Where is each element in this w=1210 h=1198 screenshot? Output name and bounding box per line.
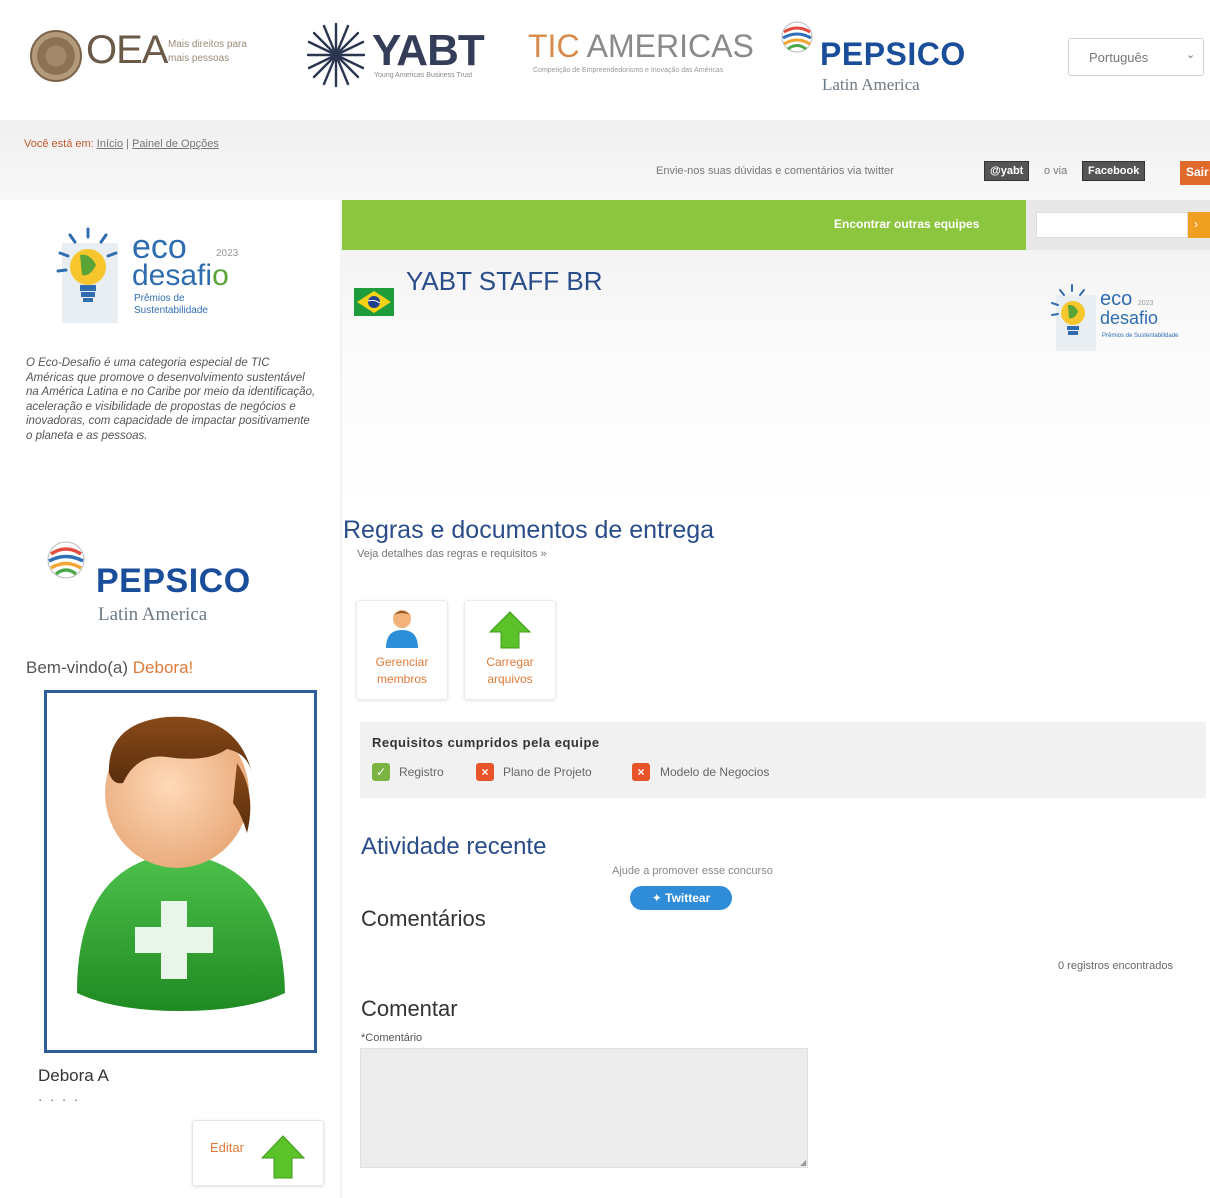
- requirement-modelo-negocios: Modelo de Negocios: [660, 765, 770, 779]
- comments-title: Comentários: [361, 906, 486, 931]
- user-full-name: Debora A: [38, 1066, 109, 1085]
- oea-logo-subtitle: Mais direitos para mais pessoas: [168, 39, 247, 64]
- twitter-bird-icon: ✦: [651, 891, 662, 905]
- records-found: 0 registros encontrados: [1058, 960, 1173, 972]
- comment-form-title: Comentar: [361, 996, 458, 1021]
- team-search-input[interactable]: [1036, 212, 1188, 238]
- recent-activity-title: Atividade recente: [361, 833, 547, 860]
- desafio-main: desafi: [132, 259, 213, 292]
- edit-profile-label: Editar: [210, 1140, 244, 1155]
- tic-americas-logo: TIC AMERICAS: [528, 28, 754, 65]
- requirement-registro: Registro: [399, 765, 444, 779]
- desafio-small-word: desafio: [1100, 308, 1159, 328]
- promote-contest-text: Ajude a promover esse concurso: [612, 865, 773, 877]
- pepsico-globe-icon: [47, 541, 85, 579]
- pepsico-logo-region: Latin America: [822, 75, 920, 94]
- add-user-avatar-icon: [77, 716, 285, 1011]
- eco-desafio-bulb-icon: [1051, 284, 1096, 351]
- search-button[interactable]: [1188, 212, 1210, 238]
- manage-members-line2: membros: [376, 672, 427, 686]
- oea-logo-text: OEA: [86, 28, 168, 72]
- cross-icon: ×: [632, 763, 650, 781]
- desafio-logo-word: desafio: [132, 260, 229, 292]
- user-subtitle: · · · ·: [38, 1092, 81, 1107]
- welcome-message: Bem-vindo(a) Debora!: [26, 658, 193, 678]
- rules-details-link[interactable]: Veja detalhes das regras e requisitos »: [357, 548, 547, 560]
- manage-members-line1: Gerenciar: [375, 655, 429, 669]
- welcome-prefix: Bem-vindo(a): [26, 658, 129, 677]
- upload-files-line1: Carregar: [486, 655, 534, 669]
- eco-description: O Eco-Desafio é uma categoria especial d…: [26, 357, 316, 442]
- breadcrumb-link-inicio[interactable]: Início: [97, 138, 123, 150]
- eco-small-year: 2023: [1137, 300, 1154, 307]
- yabt-logo-subtitle: Young Americas Business Trust: [374, 72, 473, 79]
- eco-logo-subtitle: Prêmios de Sustentabilidade: [134, 293, 208, 316]
- upload-arrow-icon: [260, 1135, 306, 1179]
- yabt-star-icon: [306, 22, 366, 88]
- breadcrumb: Você está em: Início | Painel de Opções: [24, 138, 219, 150]
- brazil-flag-icon: [354, 288, 394, 316]
- facebook-link-button[interactable]: Facebook: [1082, 161, 1146, 181]
- upload-files-label: Carregar arquivos: [464, 654, 556, 688]
- welcome-username: Debora!: [132, 658, 194, 677]
- logout-button[interactable]: Sair: [1180, 161, 1210, 185]
- comment-textarea[interactable]: [360, 1048, 808, 1168]
- tic-americas-subtitle: Competição de Empreendedorismo e Inovaçã…: [533, 67, 724, 74]
- social-or-text: o via: [1044, 165, 1068, 177]
- eco-small-text: eco: [1100, 288, 1133, 310]
- person-icon: [386, 610, 418, 648]
- find-teams-label: Encontrar outras equipes: [834, 217, 980, 231]
- eco-desafio-bulb-icon: [56, 227, 118, 323]
- tic-word: TIC: [528, 28, 580, 64]
- manage-members-label: Gerenciar membros: [356, 654, 448, 688]
- requirements-title: Requisitos cumpridos pela equipe: [372, 735, 600, 750]
- pepsico-globe-icon: [781, 21, 813, 53]
- upload-files-line2: arquivos: [487, 672, 533, 686]
- cross-icon: ×: [476, 763, 494, 781]
- sponsor-logo-region: Latin America: [98, 604, 208, 625]
- requirements-panel: [360, 722, 1206, 798]
- sponsor-logo-text: PEPSICO: [96, 562, 251, 600]
- pepsico-logo-text: PEPSICO: [820, 36, 966, 72]
- eco-logo-year: 2023: [216, 248, 239, 259]
- breadcrumb-band: [0, 120, 1210, 200]
- yabt-logo-text: YABT: [372, 26, 485, 75]
- breadcrumb-separator: |: [126, 138, 129, 150]
- tweet-label: Twittear: [665, 891, 711, 905]
- chevron-down-icon: ⌄: [1186, 49, 1196, 61]
- eco-small-subtitle: Prêmios de Sustentabilidade: [1102, 333, 1179, 339]
- desafio-o: o: [212, 259, 229, 292]
- tweet-button[interactable]: ✦ Twittear: [630, 886, 732, 910]
- oea-seal-icon: [30, 30, 82, 82]
- language-select[interactable]: Português: [1068, 38, 1204, 76]
- social-prompt: Envie-nos suas dúvidas e comentários via…: [656, 165, 894, 177]
- chevron-right-icon: ›: [1194, 217, 1198, 231]
- requirement-plano-projeto: Plano de Projeto: [503, 765, 592, 779]
- check-icon: ✓: [372, 763, 390, 781]
- americas-word: AMERICAS: [579, 28, 754, 64]
- upload-arrow-icon: [488, 611, 532, 649]
- comment-field-label: *Comentário: [361, 1032, 423, 1044]
- breadcrumb-prefix: Você está em:: [24, 138, 94, 150]
- team-name: YABT STAFF BR: [406, 266, 603, 296]
- breadcrumb-link-painel[interactable]: Painel de Opções: [132, 138, 219, 150]
- avatar[interactable]: [44, 690, 317, 1053]
- rules-title: Regras e documentos de entrega: [343, 516, 715, 544]
- twitter-link-button[interactable]: @yabt: [984, 161, 1030, 181]
- eco-logo-word: eco: [132, 228, 187, 266]
- resize-grip-icon[interactable]: ◢: [800, 1158, 806, 1167]
